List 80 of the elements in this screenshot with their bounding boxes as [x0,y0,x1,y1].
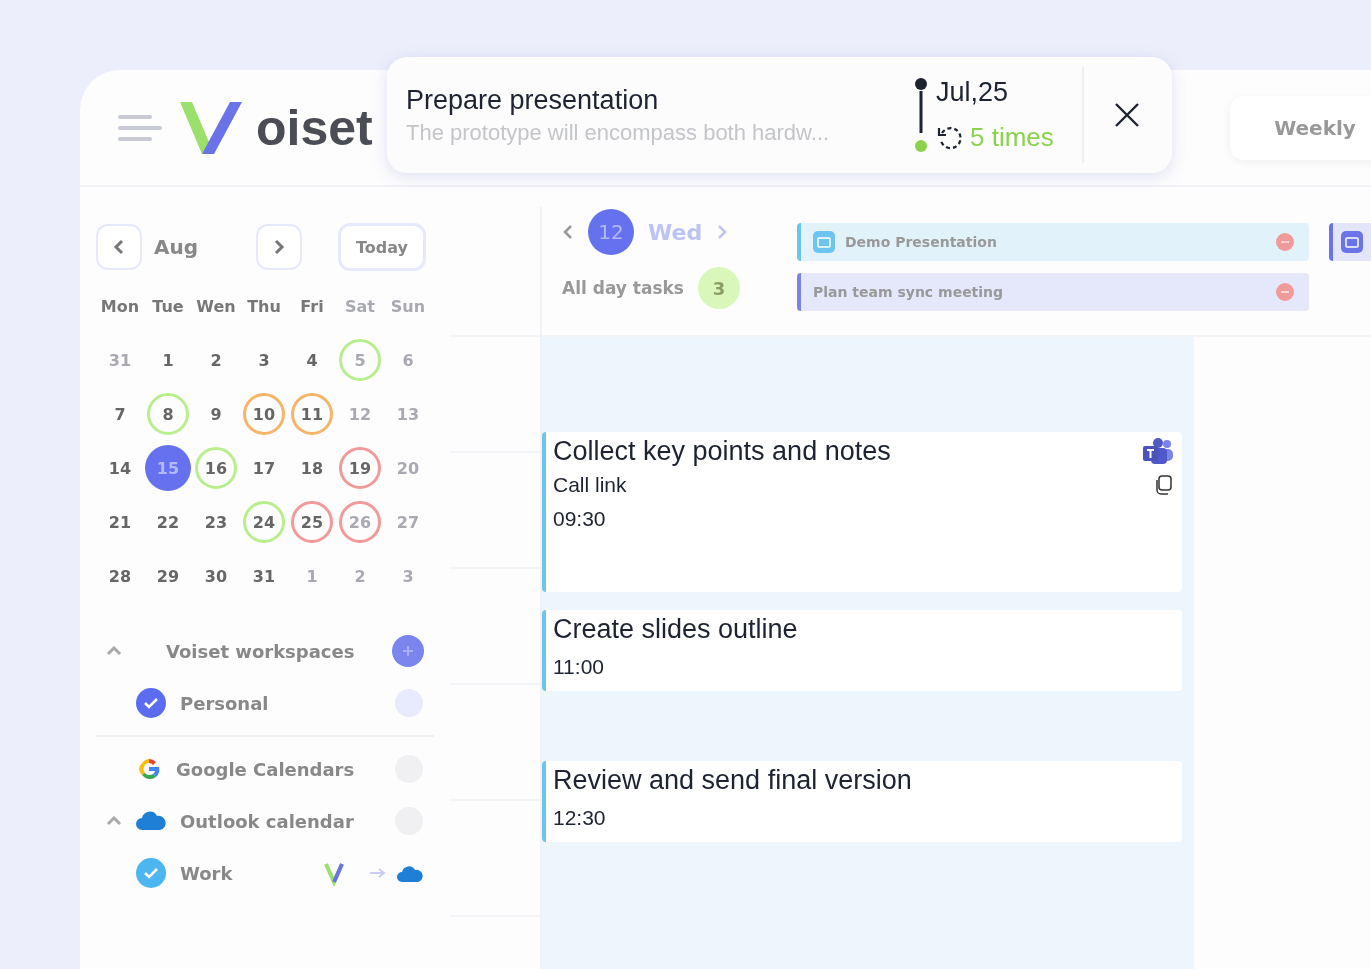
previous-month-button[interactable] [96,224,142,270]
calendar-day[interactable]: 11 [291,393,333,435]
popup-description: The prototype will encompass both hardw... [406,119,831,146]
chevron-left-icon [112,238,126,256]
menu-icon[interactable] [118,112,162,143]
event-title: Plan team sync meeting [813,284,1004,300]
calendar-label[interactable]: Personal [180,692,269,714]
popup-date: Jul,25 [936,77,1010,108]
weekday-label: Tue [151,295,185,318]
calendar-day[interactable]: 17 [243,447,285,489]
repeat-count: 5 times [970,122,1054,153]
timeline-icon [914,77,928,153]
popup-title: Prepare presentation [406,84,660,116]
calendar-day[interactable]: 21 [99,501,141,543]
weekday-label: Thu [246,295,282,318]
calendar-day[interactable]: 2 [195,339,237,381]
event-time: 09:30 [553,507,607,531]
remove-icon[interactable] [1275,232,1295,252]
calendar-label[interactable]: Voiset workspaces [166,640,355,662]
call-link[interactable]: Call link [553,473,627,497]
calendar-day[interactable]: 19 [339,447,381,489]
day-number: 12 [588,209,634,255]
weekday-label: Sun [389,295,427,318]
next-day-icon[interactable] [716,223,729,241]
calendar-day[interactable]: 10 [243,393,285,435]
chevron-icon[interactable] [106,646,122,656]
event-title: Collect key points and notes [553,436,891,467]
month-label: Aug [154,235,200,259]
chevron-right-icon [272,238,286,256]
weekday-label: Fri [299,295,325,318]
remove-icon[interactable] [1275,282,1295,302]
previous-day-icon[interactable] [562,223,574,241]
event-card[interactable]: Collect key points and notes Call link 09:30 [542,432,1182,592]
google-icon [136,756,162,782]
logo: oiset [256,98,373,157]
event-card[interactable]: Review and send final version 12:30 [542,761,1182,842]
event-title: Demo Presentation [845,234,997,250]
calendar-day[interactable]: 24 [243,501,285,543]
event-card[interactable]: Create slides outline 11:00 [542,610,1182,691]
today-button[interactable]: Today [338,223,426,271]
calendar-day[interactable]: 31 [243,555,285,597]
view-button[interactable]: Weekly [1230,95,1371,160]
calendar-icon [1341,231,1363,253]
calendar-day[interactable]: 3 [243,339,285,381]
weekday-name: Wed [648,219,703,245]
event-time: 12:30 [553,806,607,830]
calendar-day[interactable]: 9 [195,393,237,435]
close-icon [1113,101,1141,129]
calendar-day[interactable]: 22 [147,501,189,543]
calendar-day[interactable]: 1 [147,339,189,381]
calendar-day[interactable]: 14 [99,447,141,489]
calendar-day[interactable]: 18 [291,447,333,489]
weekday-label: Wen [195,295,237,318]
weekday-label: Sat [344,295,376,318]
count-badge: 3 [698,267,740,309]
calendar-day[interactable]: 4 [291,339,333,381]
add-icon[interactable] [392,635,424,667]
event-time: 11:00 [553,655,605,679]
calendar-label[interactable]: Outlook calendar [180,810,354,832]
calendar-day[interactable]: 23 [195,501,237,543]
calendar-day[interactable]: 30 [195,555,237,597]
calendar-day[interactable]: 29 [147,555,189,597]
chevron-icon[interactable] [106,816,122,826]
next-month-button[interactable] [256,224,302,270]
calendar-day[interactable]: 16 [195,447,237,489]
weekday-label: Mon [99,295,141,318]
calendar-day[interactable]: 25 [291,501,333,543]
calendar-day[interactable]: 8 [147,393,189,435]
teams-icon[interactable] [1142,437,1174,466]
calendar-label[interactable]: Google Calendars [176,758,355,780]
checkbox[interactable] [136,858,166,888]
calendar-day[interactable]: 7 [99,393,141,435]
calendar-day[interactable]: 28 [99,555,141,597]
event-tile[interactable] [1329,223,1371,261]
checkbox[interactable] [136,688,166,718]
event-title: Review and send final version [553,765,912,796]
event-title: Create slides outline [553,614,798,645]
all-day-label: All day tasks [562,278,684,298]
calendar-label[interactable]: Work [180,862,233,884]
sync-icon [324,860,424,886]
